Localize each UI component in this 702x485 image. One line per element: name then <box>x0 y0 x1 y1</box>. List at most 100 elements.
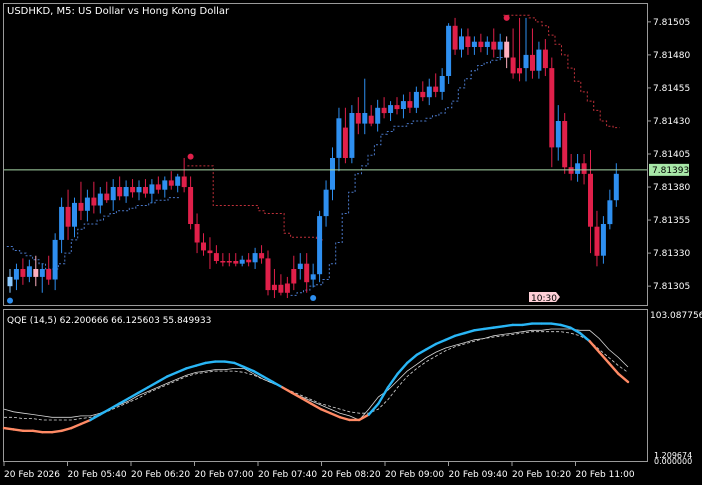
candle-body <box>375 107 381 124</box>
qqe-rsi-segment <box>194 361 207 367</box>
candle-body <box>91 197 97 206</box>
candle-body <box>52 239 58 280</box>
symbol-title: USDHKD, M5: US Dollar vs Hong Kong Dolla… <box>7 6 230 17</box>
qqe-rsi-segment <box>434 338 447 346</box>
candle-body <box>33 269 39 277</box>
candle-body <box>310 274 316 280</box>
qqe-rsi-segment <box>223 360 236 365</box>
candle-body <box>265 258 271 291</box>
qqe-rsi-segment <box>2 426 15 431</box>
candle-body <box>459 36 464 50</box>
qqe-rsi-segment <box>165 371 179 378</box>
candle-body <box>478 41 484 47</box>
candle-body <box>413 91 419 108</box>
qqe-rsi-segment <box>454 331 466 337</box>
candle-body <box>388 105 394 113</box>
candle-body <box>13 269 19 280</box>
candle-body <box>484 41 490 47</box>
qqe-rsi-segment <box>338 416 351 422</box>
qqe-rsi-segment <box>588 340 601 354</box>
qqe-rsi-segment <box>12 428 25 433</box>
main-chart-frame <box>3 3 648 306</box>
candle-body <box>188 187 194 224</box>
svg-text:10:30: 10:30 <box>531 294 557 304</box>
price-axis: 7.81505 7.81480 7.81455 7.81430 7.81405 7.813… <box>647 18 690 292</box>
candle-body <box>220 261 226 263</box>
candle-body <box>330 158 335 190</box>
signal-dot <box>310 295 317 302</box>
time-tick-label: 20 Feb 09:00 <box>385 470 444 480</box>
candle-body <box>407 101 413 108</box>
candle-body <box>84 197 90 211</box>
candle-body <box>20 269 26 277</box>
trailing-stop-down <box>187 165 323 241</box>
qqe-rsi-segment <box>185 364 198 370</box>
candle-body <box>104 193 110 201</box>
candle-body <box>504 41 510 58</box>
candle-body <box>65 206 71 227</box>
qqe-rsi-segment <box>146 380 159 389</box>
qqe-rsi-segment <box>175 367 188 374</box>
candle-body <box>194 224 200 243</box>
price-tick-label: 7.81330 <box>653 249 690 259</box>
candle-body <box>252 253 258 263</box>
candle-body <box>523 54 529 69</box>
candle-body <box>368 115 374 124</box>
candle-body <box>278 284 284 293</box>
candle-body <box>117 187 123 197</box>
candle-body <box>78 202 84 211</box>
candle-body <box>317 216 323 275</box>
candle-body <box>555 121 561 148</box>
candle-body <box>562 121 568 168</box>
candle-body <box>291 269 297 284</box>
candle-body <box>168 180 174 186</box>
candle-body <box>136 187 142 193</box>
qqe-rsi-segment <box>31 429 44 434</box>
candle-body <box>46 269 52 280</box>
candle-body <box>588 173 593 227</box>
qqe-rsi-segment <box>319 407 332 415</box>
candle-body <box>155 184 161 190</box>
qqe-rsi-segment <box>367 402 380 416</box>
candle-body <box>149 184 155 194</box>
qqe-lines <box>2 322 630 434</box>
time-marker-badge: 10:30 <box>529 292 560 304</box>
qqe-rsi-segment <box>358 413 370 422</box>
time-tick-label: 20 Feb 05:40 <box>68 470 127 480</box>
candle-body <box>491 41 497 50</box>
candle-body <box>246 259 252 263</box>
candle-body <box>226 261 232 263</box>
signal-dot <box>187 153 194 160</box>
candle-body <box>446 25 452 76</box>
candle-body <box>130 187 136 193</box>
candle-body <box>39 269 45 277</box>
candle-body <box>471 41 477 47</box>
qqe-rsi-segment <box>473 327 486 332</box>
qqe-rsi-segment <box>204 360 217 365</box>
qqe-label: QQE (14,5) 62.200666 66.125603 55.849933 <box>7 316 211 326</box>
qqe-rsi-segment <box>598 350 610 365</box>
candle-body <box>259 253 265 259</box>
candle-body <box>349 113 355 158</box>
candle-body <box>394 105 400 110</box>
qqe-rsi-segment <box>60 426 73 433</box>
qqe-rsi-segment <box>329 411 342 419</box>
candle-body <box>568 167 574 174</box>
price-tick-label: 7.81480 <box>653 51 690 61</box>
candle-body <box>452 25 458 50</box>
trailing-stop-up <box>290 57 504 296</box>
qqe-scale-bottom: 0.000000 <box>654 457 692 466</box>
chart-canvas: USDHKD, M5: US Dollar vs Hong Kong Dolla… <box>2 3 702 480</box>
time-tick-label: 20 Feb 07:00 <box>195 470 254 480</box>
qqe-rsi-segment <box>415 348 428 356</box>
time-tick-label: 20 Feb 08:20 <box>322 470 381 480</box>
candle-body <box>465 36 471 47</box>
qqe-rsi-segment <box>502 323 514 328</box>
qqe-rsi-segment <box>482 326 495 331</box>
qqe-rsi-segment <box>521 322 534 327</box>
candle-body <box>297 263 303 269</box>
candle-body <box>530 54 535 71</box>
price-tick-label: 7.81405 <box>653 150 690 160</box>
qqe-rsi-segment <box>550 322 562 327</box>
candle-body <box>607 200 613 225</box>
